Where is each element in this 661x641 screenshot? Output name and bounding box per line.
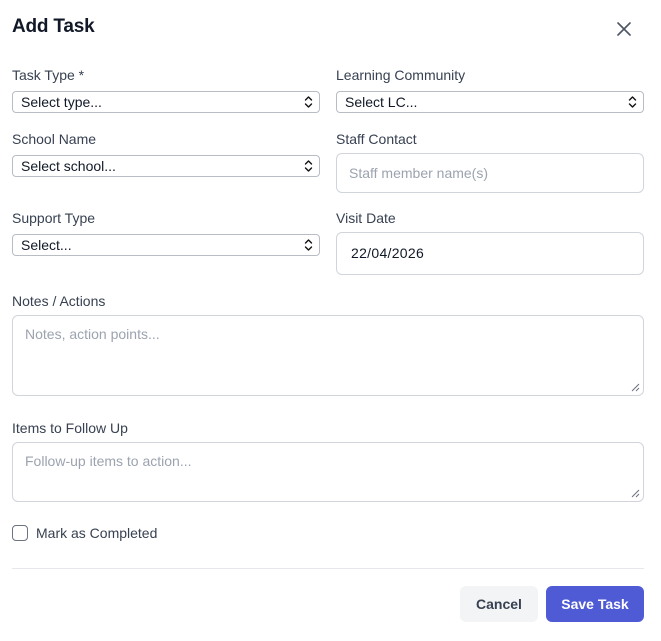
resize-grip-icon[interactable] — [631, 383, 640, 392]
chevron-updown-icon — [304, 239, 313, 251]
support-type-select[interactable]: Select... — [12, 234, 320, 256]
add-task-dialog: Add Task Task Type * Select type... Lear… — [0, 0, 661, 641]
school-name-value: Select school... — [21, 158, 116, 174]
completed-label[interactable]: Mark as Completed — [36, 525, 157, 541]
support-type-label: Support Type — [12, 210, 96, 226]
completed-checkbox[interactable] — [12, 525, 28, 541]
follow-up-placeholder: Follow-up items to action... — [25, 453, 192, 469]
staff-contact-placeholder: Staff member name(s) — [349, 165, 489, 181]
task-type-select[interactable]: Select type... — [12, 91, 320, 113]
task-type-label: Task Type * — [12, 67, 85, 83]
dialog-title: Add Task — [12, 16, 95, 37]
cancel-button[interactable]: Cancel — [460, 586, 538, 622]
visit-date-input[interactable]: 22/04/2026 — [336, 232, 644, 275]
close-icon — [617, 22, 631, 36]
visit-date-value: 22/04/2026 — [351, 245, 425, 261]
notes-label: Notes / Actions — [12, 293, 106, 309]
staff-contact-label: Staff Contact — [336, 131, 417, 147]
chevron-updown-icon — [628, 96, 637, 108]
chevron-updown-icon — [304, 96, 313, 108]
learning-community-value: Select LC... — [345, 94, 418, 110]
staff-contact-input[interactable]: Staff member name(s) — [336, 153, 644, 193]
save-task-button[interactable]: Save Task — [546, 586, 644, 622]
close-button[interactable] — [612, 18, 636, 40]
completed-row: Mark as Completed — [12, 525, 157, 541]
follow-up-label: Items to Follow Up — [12, 420, 128, 436]
learning-community-select[interactable]: Select LC... — [336, 91, 644, 113]
footer-divider — [12, 568, 644, 569]
follow-up-textarea[interactable]: Follow-up items to action... — [12, 442, 644, 502]
school-name-select[interactable]: Select school... — [12, 155, 320, 177]
learning-community-label: Learning Community — [336, 67, 466, 83]
chevron-updown-icon — [304, 160, 313, 172]
resize-grip-icon[interactable] — [631, 489, 640, 498]
school-name-label: School Name — [12, 131, 97, 147]
notes-placeholder: Notes, action points... — [25, 326, 160, 342]
visit-date-label: Visit Date — [336, 210, 396, 226]
notes-textarea[interactable]: Notes, action points... — [12, 315, 644, 396]
support-type-value: Select... — [21, 237, 72, 253]
task-type-value: Select type... — [21, 94, 102, 110]
